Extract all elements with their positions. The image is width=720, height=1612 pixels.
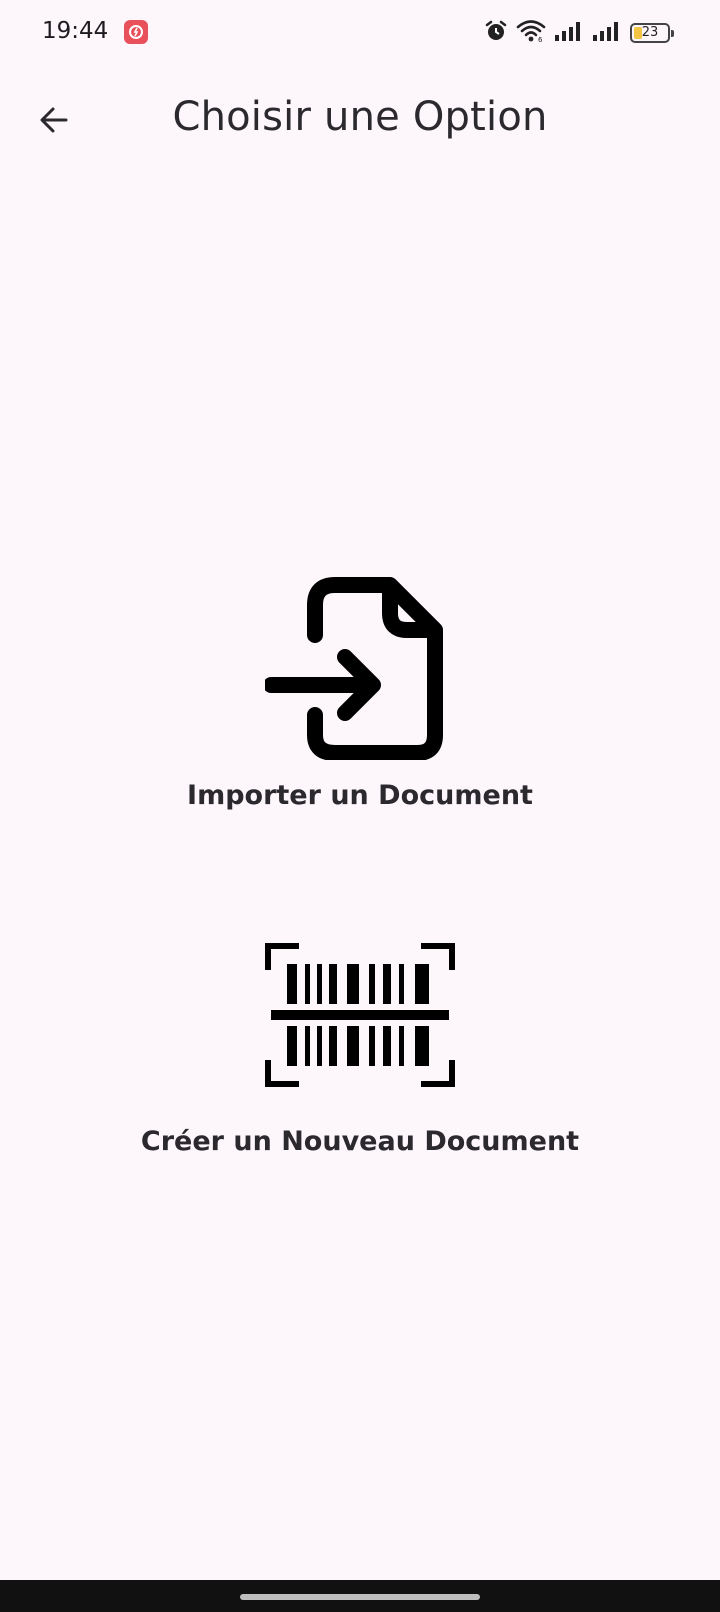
status-icons: 6 23 [484, 18, 674, 48]
barcode-scan-icon [265, 943, 455, 1087]
home-gesture-handle[interactable] [240, 1594, 480, 1600]
signal-icon [554, 20, 584, 47]
wifi-icon: 6 [516, 19, 546, 48]
signal-icon [592, 20, 622, 47]
app-bar: Choisir une Option [0, 70, 720, 170]
import-document-label: Importer un Document [187, 780, 533, 811]
app-notification-icon [124, 20, 148, 44]
battery-icon: 23 [630, 23, 674, 43]
create-document-label: Créer un Nouveau Document [140, 1126, 580, 1157]
system-nav-bar [0, 1580, 720, 1612]
page-title: Choisir une Option [172, 94, 548, 140]
status-time: 19:44 [42, 18, 109, 44]
alarm-icon [484, 19, 508, 48]
file-import-icon [265, 577, 443, 760]
import-document-option[interactable]: Importer un Document [0, 575, 720, 811]
create-document-option[interactable]: Créer un Nouveau Document [0, 940, 720, 1157]
svg-text:6: 6 [538, 36, 543, 43]
status-bar: 19:44 6 23 [0, 0, 720, 66]
battery-level: 23 [641, 25, 659, 40]
